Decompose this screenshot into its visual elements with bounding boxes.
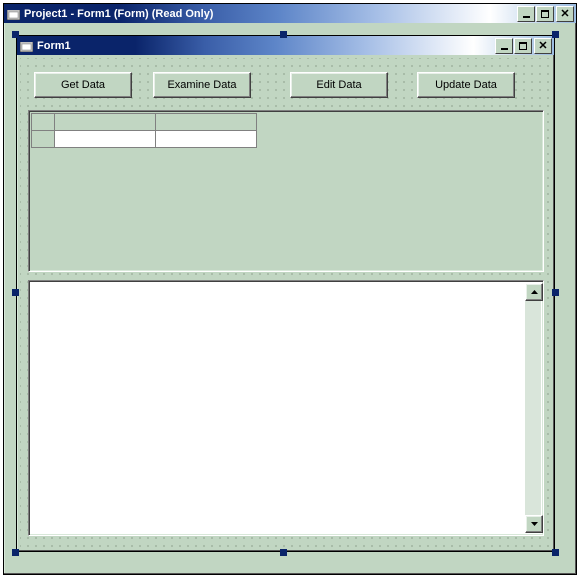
- grid-fixed-cell: [55, 114, 156, 131]
- form1-window[interactable]: Form1 ✕ Get Data Examine Data Edit Data …: [16, 35, 555, 552]
- selection-handle[interactable]: [552, 289, 559, 296]
- close-button[interactable]: ✕: [556, 6, 574, 22]
- grid-fixed-cell: [156, 114, 257, 131]
- close-button[interactable]: ✕: [534, 38, 552, 54]
- chevron-up-icon: [531, 290, 538, 294]
- grid-fixed-cell: [32, 114, 55, 131]
- msflexgrid-control[interactable]: [28, 110, 544, 272]
- grid-fixed-cell: [32, 131, 55, 148]
- window-controls: ✕: [516, 6, 574, 22]
- get-data-button[interactable]: Get Data: [34, 72, 132, 98]
- ide-designer-window: Project1 - Form1 (Form) (Read Only) ✕: [3, 3, 577, 575]
- selection-handle[interactable]: [280, 31, 287, 38]
- form1-titlebar: Form1 ✕: [17, 36, 554, 55]
- edit-data-button[interactable]: Edit Data: [290, 72, 388, 98]
- button-row: Get Data Examine Data Edit Data Update D…: [34, 72, 537, 98]
- selection-handle[interactable]: [12, 549, 19, 556]
- grid-header-row: [32, 114, 257, 131]
- window-controls: ✕: [494, 38, 552, 54]
- minimize-button[interactable]: [495, 38, 513, 54]
- selection-handle[interactable]: [12, 289, 19, 296]
- maximize-button[interactable]: [514, 38, 532, 54]
- ide-window-title: Project1 - Form1 (Form) (Read Only): [24, 8, 516, 20]
- vertical-scrollbar[interactable]: [525, 283, 541, 533]
- update-data-button[interactable]: Update Data: [417, 72, 515, 98]
- output-textbox[interactable]: [28, 280, 544, 536]
- chevron-down-icon: [531, 522, 538, 526]
- grid-table: [31, 113, 257, 148]
- grid-data-row: [32, 131, 257, 148]
- selection-handle[interactable]: [552, 549, 559, 556]
- designer-client-area: Form1 ✕ Get Data Examine Data Edit Data …: [6, 25, 574, 572]
- scroll-down-button[interactable]: [525, 515, 543, 533]
- ide-window-titlebar: Project1 - Form1 (Form) (Read Only) ✕: [4, 4, 576, 23]
- grid-cell[interactable]: [55, 131, 156, 148]
- vb-form-icon: [20, 39, 33, 52]
- selection-handle[interactable]: [280, 549, 287, 556]
- vb-form-icon: [7, 7, 20, 20]
- selection-handle[interactable]: [12, 31, 19, 38]
- scroll-up-button[interactable]: [525, 283, 543, 301]
- examine-data-button[interactable]: Examine Data: [153, 72, 251, 98]
- grid-cell[interactable]: [156, 131, 257, 148]
- selection-handle[interactable]: [552, 31, 559, 38]
- form1-client-area: Get Data Examine Data Edit Data Update D…: [20, 58, 551, 548]
- maximize-button[interactable]: [536, 6, 554, 22]
- form1-title: Form1: [37, 40, 494, 52]
- minimize-button[interactable]: [517, 6, 535, 22]
